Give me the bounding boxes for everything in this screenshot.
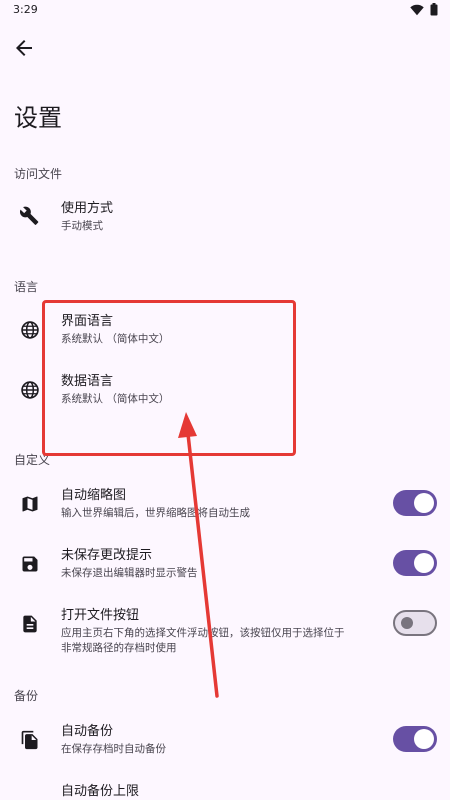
setting-title: 使用方式 — [61, 201, 114, 216]
battery-icon — [430, 3, 438, 16]
wifi-icon — [410, 4, 424, 15]
setting-title: 自动缩略图 — [61, 488, 127, 503]
setting-open-file-button[interactable]: 打开文件按钮 应用主页右下角的选择文件浮动按钮，该按钮仅用于选择位于 非常规路径… — [0, 600, 450, 668]
setting-auto-thumbnail[interactable]: 自动缩略图 输入世界编辑后，世界缩略图将自动生成 — [0, 480, 450, 530]
globe-icon — [21, 321, 39, 339]
back-button[interactable] — [12, 36, 36, 60]
setting-summary: 未保存退出编辑器时显示警告 — [61, 567, 198, 579]
setting-unsaved-prompt[interactable]: 未保存更改提示 未保存退出编辑器时显示警告 — [0, 540, 450, 590]
page-title: 设置 — [14, 104, 62, 132]
setting-backup-limit[interactable]: 自动备份上限 — [0, 776, 450, 800]
setting-summary: 应用主页右下角的选择文件浮动按钮，该按钮仅用于选择位于 — [61, 627, 345, 639]
section-header-backup: 备份 — [14, 689, 39, 703]
setting-auto-backup[interactable]: 自动备份 在保存存档时自动备份 — [0, 716, 450, 766]
status-bar: 3:29 — [0, 0, 450, 22]
setting-title: 自动备份上限 — [61, 784, 140, 799]
switch-thumb — [401, 617, 413, 629]
floppy-disk-icon — [22, 556, 38, 572]
switch-thumb — [414, 493, 434, 513]
setting-summary-line2: 非常规路径的存档时使用 — [61, 642, 177, 654]
setting-summary: 输入世界编辑后，世界缩略图将自动生成 — [61, 507, 250, 519]
switch-thumb — [414, 553, 434, 573]
map-icon — [22, 496, 38, 512]
setting-usage-mode[interactable]: 使用方式 手动模式 — [0, 193, 450, 245]
setting-title: 未保存更改提示 — [61, 548, 153, 563]
status-time: 3:29 — [13, 3, 38, 16]
tools-icon — [20, 206, 39, 225]
copy-file-icon — [21, 730, 38, 750]
globe-icon — [21, 381, 39, 399]
annotation-highlight-box — [42, 300, 296, 456]
arrow-left-icon — [16, 40, 32, 56]
auto-backup-switch[interactable] — [393, 726, 437, 752]
section-header-language: 语言 — [14, 280, 39, 294]
open-file-button-switch[interactable] — [393, 610, 437, 636]
unsaved-prompt-switch[interactable] — [393, 550, 437, 576]
setting-title: 打开文件按钮 — [61, 608, 140, 623]
setting-summary: 在保存存档时自动备份 — [61, 743, 166, 755]
switch-thumb — [414, 729, 434, 749]
document-icon — [23, 615, 37, 633]
status-icons — [410, 3, 438, 16]
setting-summary: 手动模式 — [61, 220, 103, 232]
auto-thumbnail-switch[interactable] — [393, 490, 437, 516]
setting-title: 自动备份 — [61, 724, 114, 739]
section-header-files: 访问文件 — [14, 167, 63, 181]
